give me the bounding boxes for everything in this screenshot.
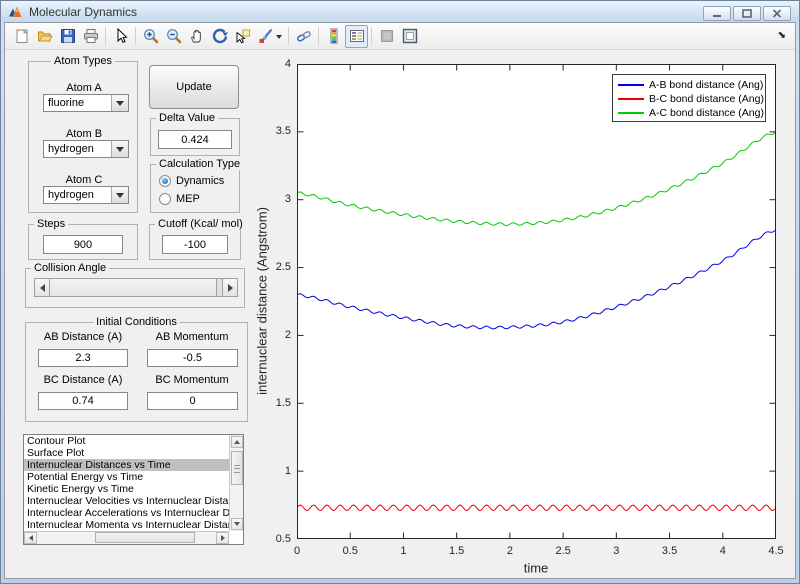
figure-toolbar: ⬊ (5, 23, 795, 50)
x-tick-label: 4 (719, 545, 726, 557)
open-file-button[interactable] (33, 25, 56, 48)
hide-plot-tools-icon (380, 30, 393, 42)
legend-line-sample (618, 112, 644, 114)
x-tick-label: 2 (506, 545, 513, 557)
toolbar-separator (105, 27, 106, 45)
plot-canvas[interactable] (297, 64, 776, 539)
maximize-icon (742, 9, 752, 18)
pointer-arrow-icon (117, 28, 128, 44)
dock-figure-icon (402, 28, 417, 44)
open-folder-icon (37, 31, 53, 42)
zoom-in-icon (143, 29, 158, 44)
legend-label: A-C bond distance (Ang) (649, 107, 764, 119)
y-tick-label: 1 (284, 464, 291, 477)
app-window: Molecular Dynamics ⬊ Atom Types Atom A f… (0, 0, 800, 584)
new-figure-button[interactable] (10, 25, 33, 48)
toolbar-separator (318, 27, 319, 45)
legend-entry: A-B bond distance (Ang) (613, 78, 765, 92)
y-tick-label: 4 (284, 57, 291, 70)
legend-entry: B-C bond distance (Ang) (613, 92, 765, 106)
colorbar-icon (330, 28, 337, 44)
x-tick-label: 1.5 (449, 545, 465, 557)
plot-region: 0 0.5 1 1.5 2 2.5 3 3.5 4 4.5 0.5 1 1.5 2 2.5 3 3.5 4 tim… (5, 51, 795, 578)
pan-button[interactable] (185, 25, 208, 48)
toolbar-overflow-arrow[interactable]: ⬊ (778, 31, 786, 41)
save-figure-button[interactable] (56, 25, 79, 48)
close-icon (772, 9, 782, 18)
hide-plot-tools-button[interactable] (375, 25, 398, 48)
y-tick-label: 1.5 (275, 396, 291, 409)
app-icon (9, 6, 22, 17)
data-cursor-button[interactable] (231, 25, 254, 48)
close-button[interactable] (763, 6, 791, 21)
zoom-out-button[interactable] (162, 25, 185, 48)
legend-line-sample (618, 98, 644, 100)
zoom-out-icon (166, 29, 181, 44)
link-chain-icon (296, 31, 311, 42)
data-cursor-icon (236, 29, 250, 44)
x-tick-label: 3.5 (661, 545, 678, 557)
legend-label: B-C bond distance (Ang) (649, 93, 764, 105)
legend-icon (349, 30, 364, 42)
edit-plot-button[interactable] (109, 25, 132, 48)
brush-data-button[interactable] (254, 25, 285, 48)
brush-icon (259, 28, 272, 43)
print-figure-button[interactable] (79, 25, 102, 48)
toolbar-separator (288, 27, 289, 45)
x-tick-label: 0 (293, 545, 301, 557)
x-tick-label: 1 (400, 545, 407, 557)
y-tick-label: 0.5 (275, 532, 291, 545)
rotate-3d-button[interactable] (208, 25, 231, 48)
toolbar-separator (135, 27, 136, 45)
x-axis-label: time (523, 560, 549, 576)
toolbar-separator (371, 27, 372, 45)
printer-icon (83, 29, 98, 43)
plot-legend[interactable]: A-B bond distance (Ang) B-C bond distance… (612, 74, 766, 122)
brush-dropdown-caret[interactable] (275, 34, 282, 42)
y-axis-label: internuclear distance (Angstrom) (254, 207, 270, 395)
new-figure-icon (16, 29, 28, 43)
save-floppy-icon (60, 29, 75, 43)
legend-line-sample (618, 84, 644, 86)
show-plot-tools-dock-button[interactable] (398, 25, 421, 48)
maximize-button[interactable] (733, 6, 761, 21)
x-tick-label: 2.5 (555, 545, 571, 557)
hand-icon (190, 29, 201, 43)
y-tick-label: 3.5 (275, 125, 291, 138)
minimize-button[interactable] (703, 6, 731, 21)
legend-entry: A-C bond distance (Ang) (613, 106, 765, 120)
insert-colorbar-button[interactable] (322, 25, 345, 48)
zoom-in-button[interactable] (139, 25, 162, 48)
link-plot-button[interactable] (292, 25, 315, 48)
minimize-icon (713, 15, 721, 17)
rotate-3d-icon (212, 28, 228, 44)
x-tick-label: 0.5 (342, 545, 358, 557)
x-tick-label: 4.5 (768, 545, 784, 557)
legend-label: A-B bond distance (Ang) (649, 79, 764, 91)
y-tick-label: 3 (284, 193, 291, 206)
x-tick-label: 3 (613, 545, 620, 557)
insert-legend-button[interactable] (345, 24, 368, 48)
title-bar[interactable]: Molecular Dynamics (1, 1, 799, 22)
window-title: Molecular Dynamics (29, 4, 138, 19)
